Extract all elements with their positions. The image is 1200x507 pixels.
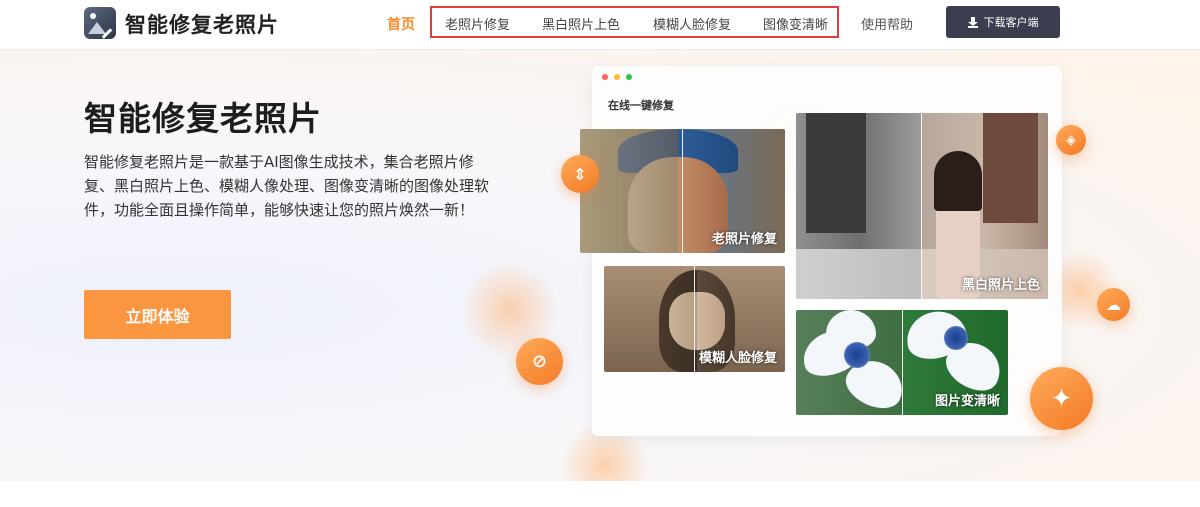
ruler-icon: ⇕: [561, 155, 599, 193]
card-old-photo-repair[interactable]: 老照片修复: [580, 129, 785, 253]
hero-title: 智能修复老照片: [84, 99, 322, 138]
try-now-button[interactable]: 立即体验: [84, 290, 231, 339]
nav-item-sharpen[interactable]: 图像变清晰: [763, 14, 828, 33]
download-button-label: 下载客户端: [983, 16, 1039, 29]
magic-wand-icon: ✦: [1030, 367, 1093, 430]
brand-name[interactable]: 智能修复老照片: [125, 9, 279, 39]
nav-item-home[interactable]: 首页: [387, 14, 415, 34]
nav-item-face-repair[interactable]: 模糊人脸修复: [653, 14, 731, 33]
eraser-icon: ⊘: [516, 338, 563, 385]
card-label: 黑白照片上色: [961, 278, 1040, 293]
card-label: 模糊人脸修复: [698, 351, 777, 366]
window-close-dot: [602, 74, 608, 80]
card-label: 老照片修复: [711, 232, 777, 247]
hero-description: 智能修复老照片是一款基于AI图像生成技术，集合老照片修复、黑白照片上色、模糊人像…: [84, 153, 490, 219]
logo-icon[interactable]: [84, 7, 116, 39]
nav-item-old-photo-repair[interactable]: 老照片修复: [445, 14, 510, 33]
top-header: 智能修复老照片 首页 老照片修复 黑白照片上色 模糊人脸修复 图像变清晰 使用帮…: [0, 0, 1200, 50]
nav-item-colorize[interactable]: 黑白照片上色: [542, 14, 620, 33]
card-sharpen[interactable]: 图片变清晰: [796, 310, 1008, 415]
nav-item-help[interactable]: 使用帮助: [861, 14, 913, 33]
card-colorize[interactable]: 黑白照片上色: [796, 113, 1048, 299]
cloud-icon: ☁: [1097, 288, 1130, 321]
window-minimize-dot: [614, 74, 620, 80]
window-maximize-dot: [626, 74, 632, 80]
download-icon: [967, 16, 978, 28]
paint-bucket-icon: ◈: [1056, 125, 1086, 155]
card-label: 图片变清晰: [934, 394, 1000, 409]
page-bottom-area: [0, 481, 1200, 507]
download-button[interactable]: 下载客户端: [946, 6, 1060, 38]
card-face-repair[interactable]: 模糊人脸修复: [604, 266, 785, 372]
window-title: 在线一键修复: [608, 99, 674, 112]
